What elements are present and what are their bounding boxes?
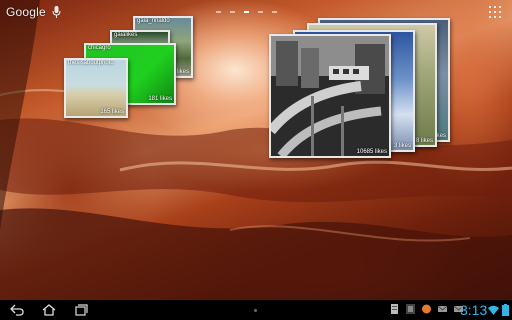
notification-icon[interactable] (406, 304, 415, 314)
photo-likes: 181 likes (148, 96, 172, 102)
mic-icon[interactable] (52, 6, 61, 18)
photo-likes: 8 likes (415, 138, 433, 144)
photo-caption: thesisaboutphoto (68, 60, 114, 66)
photo-caption: gaia_rinaldo (137, 18, 170, 24)
wifi-icon[interactable] (488, 305, 499, 315)
system-navigation-bar: 3:13 (0, 300, 512, 320)
photo-likes: 165 likes (100, 109, 124, 115)
photo-likes: 3 likes (393, 143, 411, 149)
battery-icon[interactable] (502, 304, 509, 316)
notification-icon[interactable] (390, 304, 399, 314)
home-indicator-dot (254, 309, 257, 312)
google-search-label[interactable]: Google (6, 5, 46, 19)
recent-apps-icon[interactable] (75, 304, 88, 316)
photo-card-front[interactable]: 10685 likes (269, 34, 391, 158)
google-search-bar[interactable]: Google (6, 4, 61, 20)
photo-caption: gaialikes (114, 32, 138, 38)
page-dot (216, 11, 221, 13)
photo-caption: chicagro (88, 45, 111, 51)
photo-card[interactable]: thesisaboutphoto 165 likes (64, 58, 128, 118)
photo-monorail (271, 36, 389, 156)
page-dot (230, 11, 235, 13)
notification-icon[interactable] (438, 304, 447, 314)
apps-icon[interactable] (489, 6, 501, 18)
page-dot-active (244, 11, 249, 13)
notification-icon[interactable] (422, 304, 431, 314)
status-clock[interactable]: 3:13 (460, 302, 487, 318)
home-icon[interactable] (42, 304, 56, 316)
page-dot (272, 11, 277, 13)
back-icon[interactable] (10, 304, 24, 316)
notification-area[interactable] (390, 304, 463, 314)
photo-likes: 10685 likes (356, 149, 387, 155)
page-indicator (216, 11, 277, 13)
page-dot (258, 11, 263, 13)
